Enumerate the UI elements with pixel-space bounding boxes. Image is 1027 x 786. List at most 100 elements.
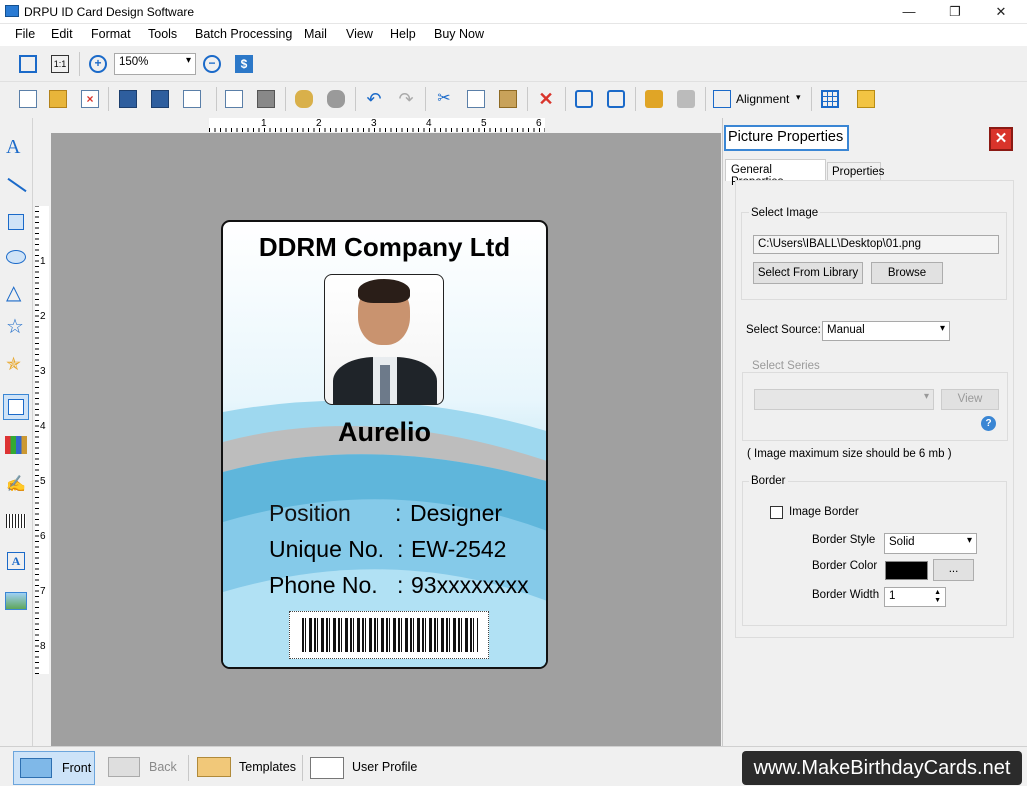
front-label: Front: [62, 761, 92, 775]
card-company-name[interactable]: DDRM Company Ltd: [223, 232, 546, 263]
border-style-select[interactable]: Solid ▾: [884, 533, 977, 554]
id-card[interactable]: DDRM Company Ltd Aurelio Position : Desi…: [221, 220, 548, 669]
tab-general-properties[interactable]: General Properties: [725, 159, 826, 188]
image-tool-icon[interactable]: [5, 592, 27, 610]
ruler-tick: 7: [40, 586, 46, 597]
card-field-label[interactable]: Position: [269, 500, 351, 527]
delete-button[interactable]: ✕: [534, 87, 558, 111]
card-field-label[interactable]: Unique No.: [269, 536, 384, 563]
lock-icon: [645, 90, 663, 108]
new-button[interactable]: [16, 87, 40, 111]
card-field-label[interactable]: Phone No.: [269, 572, 378, 599]
print-button[interactable]: [254, 87, 278, 111]
one-to-one-icon: 1:1: [51, 55, 69, 73]
grid-icon: [821, 90, 839, 108]
zoom-in-button[interactable]: +: [86, 52, 110, 76]
menu-batch-processing[interactable]: Batch Processing: [195, 27, 292, 41]
menu-format[interactable]: Format: [91, 27, 131, 41]
copy-button[interactable]: [464, 87, 488, 111]
ruler-tick: 1: [261, 118, 267, 129]
front-button[interactable]: Front: [13, 751, 95, 785]
tab-properties[interactable]: Properties: [827, 162, 884, 181]
panel-close-button[interactable]: ✕: [989, 127, 1013, 151]
alignment-icon: [713, 90, 731, 108]
ruler-tick: 5: [481, 118, 487, 129]
save-icon: [119, 90, 137, 108]
card-photo[interactable]: [324, 274, 444, 405]
shapes-tool-icon[interactable]: ✯: [6, 354, 21, 375]
save-as-button[interactable]: [148, 87, 172, 111]
rectangle-tool-icon[interactable]: [8, 214, 24, 230]
redo-button[interactable]: ↷: [394, 87, 418, 111]
save-button[interactable]: [116, 87, 140, 111]
menu-buy-now[interactable]: Buy Now: [434, 27, 484, 41]
help-icon[interactable]: ?: [981, 416, 996, 431]
close-file-button[interactable]: ×: [78, 87, 102, 111]
zoom-select[interactable]: 150% ▾: [114, 53, 196, 75]
watermark-tool-icon[interactable]: A: [7, 552, 25, 570]
browse-button[interactable]: Browse: [871, 262, 943, 284]
print-preview-button[interactable]: [222, 87, 246, 111]
user-profile-button[interactable]: User Profile: [306, 751, 426, 785]
border-width-spinner[interactable]: 1 ▲ ▼: [884, 587, 946, 607]
menu-view[interactable]: View: [346, 27, 373, 41]
text-tool-icon[interactable]: A: [6, 136, 20, 159]
star-tool-icon[interactable]: ☆: [6, 314, 24, 339]
menu-file[interactable]: File: [15, 27, 35, 41]
ruler-tick: 6: [536, 118, 542, 129]
maximize-button[interactable]: ❐: [932, 0, 978, 24]
cut-button[interactable]: ✂: [432, 87, 456, 111]
border-color-swatch[interactable]: [885, 561, 928, 580]
signature-tool-icon[interactable]: ✍: [6, 474, 26, 494]
buy-button[interactable]: $: [232, 52, 256, 76]
zoom-out-button[interactable]: −: [200, 52, 224, 76]
alignment-button[interactable]: Alignment ▾: [710, 87, 808, 111]
card-barcode[interactable]: [289, 611, 489, 659]
menu-help[interactable]: Help: [390, 27, 416, 41]
printer-icon: [257, 90, 275, 108]
database-settings-button[interactable]: [324, 87, 348, 111]
card-field-sep: :: [395, 500, 402, 526]
picture-tool-icon[interactable]: [3, 394, 29, 420]
spinner-arrows-icon[interactable]: ▲ ▼: [934, 589, 941, 605]
image-path-field[interactable]: C:\Users\IBALL\Desktop\01.png: [753, 235, 999, 254]
minimize-button[interactable]: —: [886, 0, 932, 24]
lock-button[interactable]: [642, 87, 666, 111]
menu-mail[interactable]: Mail: [304, 27, 327, 41]
send-back-button[interactable]: [604, 87, 628, 111]
menu-tools[interactable]: Tools: [148, 27, 177, 41]
card-person-name[interactable]: Aurelio: [223, 417, 546, 448]
templates-button[interactable]: Templates: [193, 751, 299, 785]
select-source-label: Select Source:: [746, 324, 821, 336]
card-field-value[interactable]: EW-2542: [411, 536, 506, 563]
image-border-checkbox[interactable]: [770, 506, 783, 519]
triangle-tool-icon[interactable]: △: [6, 280, 21, 305]
select-from-library-button[interactable]: Select From Library: [753, 262, 863, 284]
paste-button[interactable]: [496, 87, 520, 111]
database-button[interactable]: [292, 87, 316, 111]
fit-window-button[interactable]: [16, 52, 40, 76]
line-tool-icon[interactable]: [7, 177, 27, 193]
source-select[interactable]: Manual ▾: [822, 321, 950, 341]
undo-button[interactable]: ↶: [362, 87, 386, 111]
ellipse-tool-icon[interactable]: [6, 250, 26, 264]
mail-button[interactable]: [854, 87, 878, 111]
back-button[interactable]: Back: [104, 751, 184, 785]
grid-button[interactable]: [818, 87, 842, 111]
actual-size-button[interactable]: 1:1: [48, 52, 72, 76]
export-button[interactable]: [180, 87, 212, 111]
close-button[interactable]: ✕: [978, 0, 1024, 24]
unlock-button[interactable]: [674, 87, 698, 111]
border-color-button[interactable]: ...: [933, 559, 974, 581]
open-button[interactable]: [46, 87, 70, 111]
library-tool-icon[interactable]: [5, 436, 27, 454]
zoom-out-icon: −: [203, 55, 221, 73]
menu-edit[interactable]: Edit: [51, 27, 73, 41]
card-field-sep: :: [397, 536, 404, 562]
barcode-tool-icon[interactable]: [6, 514, 26, 528]
card-field-value[interactable]: 93xxxxxxxx: [411, 572, 529, 599]
ruler-tick: 4: [40, 421, 46, 432]
bring-front-button[interactable]: [572, 87, 596, 111]
card-field-value[interactable]: Designer: [410, 500, 502, 527]
dollar-icon: $: [235, 55, 253, 73]
